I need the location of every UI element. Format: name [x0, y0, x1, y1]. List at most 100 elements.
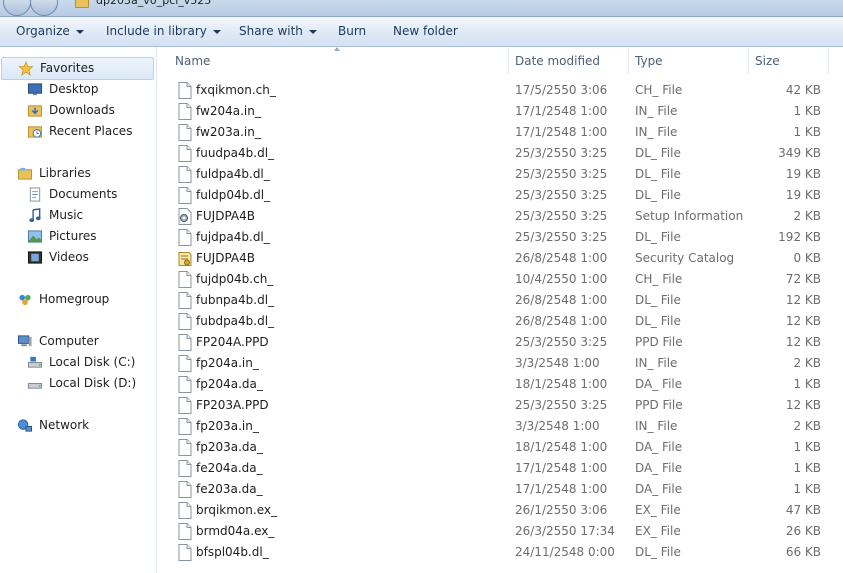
- nav-label: Videos: [49, 250, 89, 264]
- file-row[interactable]: fp204a.in_ 3/3/2548 1:00 IN_ File 2 KB: [170, 353, 830, 374]
- file-row[interactable]: FP203A.PPD 25/3/2550 3:25 PPD File 12 KB: [170, 395, 830, 416]
- file-size: 1 KB: [793, 377, 821, 391]
- file-icon: [178, 313, 192, 330]
- file-date-modified: 3/3/2548 1:00: [515, 419, 600, 433]
- address-bar: dp203a_v0_pcl_v525: [0, 0, 843, 17]
- file-name: FUJDPA4B: [196, 251, 256, 265]
- file-size: 1 KB: [793, 440, 821, 454]
- nav-label: Computer: [39, 334, 99, 348]
- file-row[interactable]: fe203a.da_ 17/1/2548 1:00 DA_ File 1 KB: [170, 479, 830, 500]
- file-date-modified: 26/8/2548 1:00: [515, 314, 608, 328]
- file-type: DA_ File: [635, 461, 683, 475]
- file-date-modified: 25/3/2550 3:25: [515, 167, 608, 181]
- file-date-modified: 25/3/2550 3:25: [515, 146, 608, 160]
- column-divider[interactable]: [628, 48, 629, 74]
- share-label: Share with: [239, 24, 303, 38]
- file-size: 0 KB: [793, 251, 821, 265]
- file-icon: [178, 502, 192, 519]
- column-header-date-modified[interactable]: Date modified: [515, 48, 625, 74]
- file-row[interactable]: FUJDPA4B 25/3/2550 3:25 Setup Information 2…: [170, 206, 830, 227]
- share-with-button[interactable]: Share with: [239, 17, 317, 46]
- command-bar: Organize Include in library Share with B…: [0, 17, 843, 47]
- nav-desktop[interactable]: Desktop: [0, 79, 150, 100]
- nav-local-disk-c[interactable]: Local Disk (C:): [0, 352, 150, 373]
- file-type: DL_ File: [635, 293, 681, 307]
- include-in-library-button[interactable]: Include in library: [106, 17, 221, 46]
- nav-documents[interactable]: Documents: [0, 184, 150, 205]
- nav-network[interactable]: Network: [0, 415, 150, 436]
- burn-button[interactable]: Burn: [338, 17, 366, 46]
- file-row[interactable]: fujdp04b.ch_ 10/4/2550 1:00 CH_ File 72 KB: [170, 269, 830, 290]
- column-divider[interactable]: [828, 48, 829, 74]
- nav-label: Downloads: [49, 103, 115, 117]
- nav-videos[interactable]: Videos: [0, 247, 150, 268]
- file-row[interactable]: FUJDPA4B 26/8/2548 1:00 Security Catalog 0 …: [170, 248, 830, 269]
- file-row[interactable]: fp204a.da_ 18/1/2548 1:00 DA_ File 1 KB: [170, 374, 830, 395]
- file-row[interactable]: bfspl04b.dl_ 24/11/2548 0:00 DL_ File 66 KB: [170, 542, 830, 563]
- column-header-type[interactable]: Type: [635, 48, 740, 74]
- column-divider[interactable]: [748, 48, 749, 74]
- column-header-label: Type: [635, 54, 663, 68]
- nav-pictures[interactable]: Pictures: [0, 226, 150, 247]
- file-row[interactable]: FP204A.PPD 25/3/2550 3:25 PPD File 12 KB: [170, 332, 830, 353]
- file-icon: [178, 145, 192, 162]
- file-row[interactable]: fxqikmon.ch_ 17/5/2550 3:06 CH_ File 42 KB: [170, 80, 830, 101]
- organize-label: Organize: [16, 24, 70, 38]
- nav-local-disk-d[interactable]: Local Disk (D:): [0, 373, 150, 394]
- file-name: FP204A.PPD: [196, 335, 269, 349]
- file-row[interactable]: fubnpa4b.dl_ 26/8/2548 1:00 DL_ File 12 KB: [170, 290, 830, 311]
- file-row[interactable]: fp203a.in_ 3/3/2548 1:00 IN_ File 2 KB: [170, 416, 830, 437]
- column-divider[interactable]: [508, 48, 509, 74]
- file-row[interactable]: fuldp04b.dl_ 25/3/2550 3:25 DL_ File 19 KB: [170, 185, 830, 206]
- file-row[interactable]: fw204a.in_ 17/1/2548 1:00 IN_ File 1 KB: [170, 101, 830, 122]
- forward-button[interactable]: [30, 0, 58, 16]
- file-row[interactable]: fujdpa4b.dl_ 25/3/2550 3:25 DL_ File 192 KB: [170, 227, 830, 248]
- nav-favorites[interactable]: Favorites: [1, 57, 154, 80]
- file-row[interactable]: fp203a.da_ 18/1/2548 1:00 DA_ File 1 KB: [170, 437, 830, 458]
- nav-label: Pictures: [49, 229, 97, 243]
- file-name: fp204a.da_: [196, 377, 263, 391]
- nav-music[interactable]: Music: [0, 205, 150, 226]
- network-icon: [17, 419, 33, 432]
- file-size: 2 KB: [793, 419, 821, 433]
- chevron-down-icon: [75, 29, 84, 34]
- file-size: 72 KB: [785, 272, 821, 286]
- file-date-modified: 25/3/2550 3:25: [515, 398, 608, 412]
- file-size: 192 KB: [778, 230, 821, 244]
- nav-computer[interactable]: Computer: [0, 331, 150, 352]
- file-date-modified: 17/1/2548 1:00: [515, 461, 608, 475]
- file-row[interactable]: fe204a.da_ 17/1/2548 1:00 DA_ File 1 KB: [170, 458, 830, 479]
- nav-libraries[interactable]: Libraries: [0, 163, 150, 184]
- file-row[interactable]: fw203a.in_ 17/1/2548 1:00 IN_ File 1 KB: [170, 122, 830, 143]
- file-row[interactable]: brmd04a.ex_ 26/3/2550 17:34 EX_ File 26 KB: [170, 521, 830, 542]
- file-date-modified: 10/4/2550 1:00: [515, 272, 608, 286]
- file-row[interactable]: brqikmon.ex_ 26/1/2550 3:06 EX_ File 47 KB: [170, 500, 830, 521]
- file-row[interactable]: fuudpa4b.dl_ 25/3/2550 3:25 DL_ File 349 KB: [170, 143, 830, 164]
- file-name: fe204a.da_: [196, 461, 263, 475]
- breadcrumb[interactable]: dp203a_v0_pcl_v525: [96, 0, 211, 7]
- file-type: IN_ File: [635, 125, 678, 139]
- column-header-size[interactable]: Size: [755, 48, 825, 74]
- file-size: 26 KB: [785, 524, 821, 538]
- file-icon: [178, 355, 192, 372]
- file-size: 12 KB: [785, 398, 821, 412]
- pictures-icon: [27, 230, 43, 243]
- file-date-modified: 17/1/2548 1:00: [515, 125, 608, 139]
- new-folder-button[interactable]: New folder: [393, 17, 458, 46]
- file-row[interactable]: fuldpa4b.dl_ 25/3/2550 3:25 DL_ File 19 KB: [170, 164, 830, 185]
- nav-homegroup[interactable]: Homegroup: [0, 289, 150, 310]
- file-date-modified: 25/3/2550 3:25: [515, 335, 608, 349]
- file-row[interactable]: fubdpa4b.dl_ 26/8/2548 1:00 DL_ File 12 KB: [170, 311, 830, 332]
- organize-button[interactable]: Organize: [16, 17, 84, 46]
- file-icon: [178, 481, 192, 498]
- nav-recent-places[interactable]: Recent Places: [0, 121, 150, 142]
- back-button[interactable]: [3, 0, 31, 16]
- file-date-modified: 26/1/2550 3:06: [515, 503, 608, 517]
- nav-downloads[interactable]: Downloads: [0, 100, 150, 121]
- recent-places-icon: [27, 126, 43, 138]
- new-folder-label: New folder: [393, 24, 458, 38]
- column-header-name[interactable]: Name: [175, 48, 505, 74]
- file-type: DA_ File: [635, 482, 683, 496]
- file-type: IN_ File: [635, 104, 678, 118]
- file-size: 12 KB: [785, 335, 821, 349]
